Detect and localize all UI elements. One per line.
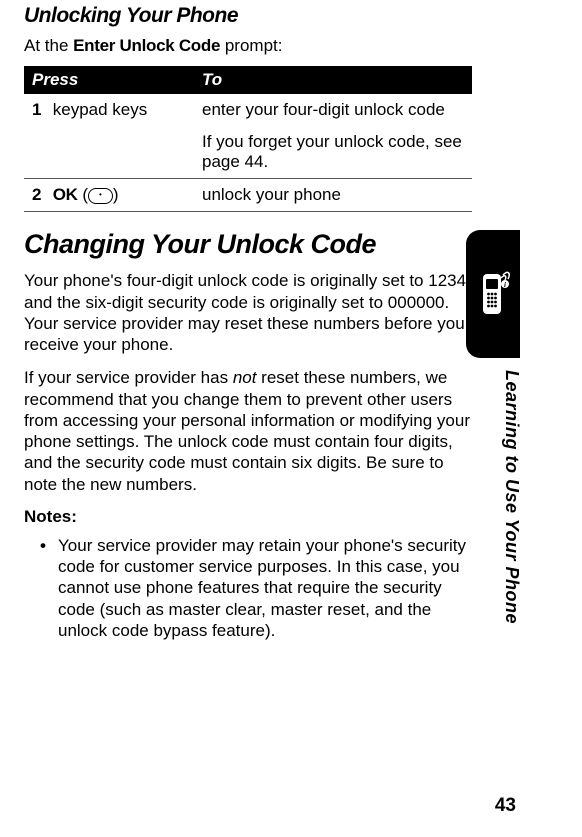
press-text: keypad keys <box>53 100 148 119</box>
page-number: 43 <box>495 795 516 817</box>
table-head-to: To <box>194 66 472 94</box>
notes-list: Your service provider may retain your ph… <box>24 535 472 641</box>
para2-pre: If your service provider has <box>24 368 233 387</box>
section-title: Unlocking Your Phone <box>24 4 472 28</box>
intro-prefix: At the <box>24 36 73 55</box>
to-cell: If you forget your unlock code, see page… <box>194 126 472 179</box>
list-item: Your service provider may retain your ph… <box>44 535 472 641</box>
intro-code: Enter Unlock Code <box>73 36 220 55</box>
body-paragraph: If your service provider has not reset t… <box>24 367 472 495</box>
phone-icon: i <box>475 268 511 320</box>
table-row: If you forget your unlock code, see page… <box>24 126 472 179</box>
press-cell-empty <box>24 126 194 179</box>
press-cell: 2 OK () <box>24 179 194 212</box>
page-content: Unlocking Your Phone At the Enter Unlock… <box>24 4 472 641</box>
side-tab: i <box>466 230 520 358</box>
to-cell: enter your four-digit unlock code <box>194 94 472 126</box>
para2-em: not <box>233 368 257 387</box>
table-head-press: Press <box>24 66 194 94</box>
intro-line: At the Enter Unlock Code prompt: <box>24 36 472 56</box>
table-row: 1 keypad keys enter your four-digit unlo… <box>24 94 472 126</box>
to-cell: unlock your phone <box>194 179 472 212</box>
softkey-icon <box>88 188 113 204</box>
major-heading: Changing Your Unlock Code <box>24 230 472 258</box>
step-number: 2 <box>32 185 48 205</box>
vertical-section-label: Learning to Use Your Phone <box>501 370 522 624</box>
intro-suffix: prompt: <box>220 36 282 55</box>
body-paragraph: Your phone's four-digit unlock code is o… <box>24 270 472 355</box>
press-cell: 1 keypad keys <box>24 94 194 126</box>
ok-label: OK <box>53 185 78 204</box>
step-number: 1 <box>32 100 48 120</box>
table-row: 2 OK () unlock your phone <box>24 179 472 212</box>
svg-text:i: i <box>504 281 506 289</box>
table-header-row: Press To <box>24 66 472 94</box>
notes-label: Notes: <box>24 507 472 527</box>
press-to-table: Press To 1 keypad keys enter your four-d… <box>24 66 472 212</box>
